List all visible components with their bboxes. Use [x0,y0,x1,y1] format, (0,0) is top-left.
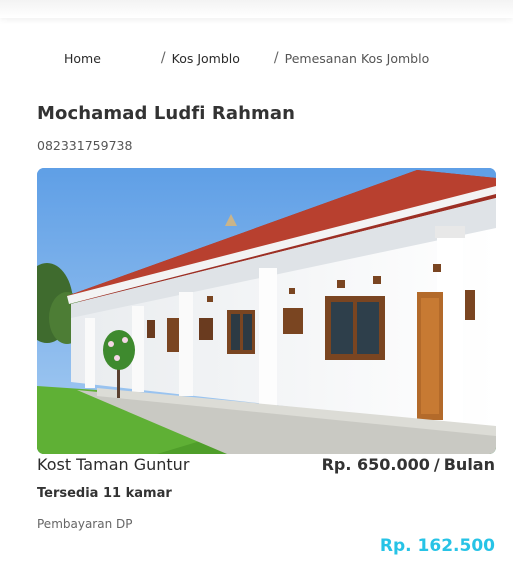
price-unit: Bulan [443,455,495,474]
breadcrumb-separator: / [160,50,166,66]
breadcrumb-separator: / [273,50,279,66]
payment-label: Pembayaran DP [37,517,133,531]
user-phone: 082331759738 [37,138,133,153]
breadcrumb: Home / Kos Jomblo / Pemesanan Kos Jomblo [64,50,429,66]
kost-price: Rp. 650.000/Bulan [322,455,495,474]
user-name: Mochamad Ludfi Rahman [37,103,296,124]
kost-photo [37,168,496,454]
dp-amount: Rp. 162.500 [379,536,495,556]
room-availability: Tersedia 11 kamar [37,486,172,501]
price-value: Rp. 650.000 [321,455,430,474]
price-separator: / [433,455,440,474]
top-bar [0,0,513,18]
breadcrumb-kos-link[interactable]: Kos Jomblo [172,51,240,66]
kost-name: Kost Taman Guntur [37,455,190,474]
breadcrumb-current: Pemesanan Kos Jomblo [284,50,430,66]
breadcrumb-home-link[interactable]: Home [64,51,101,66]
